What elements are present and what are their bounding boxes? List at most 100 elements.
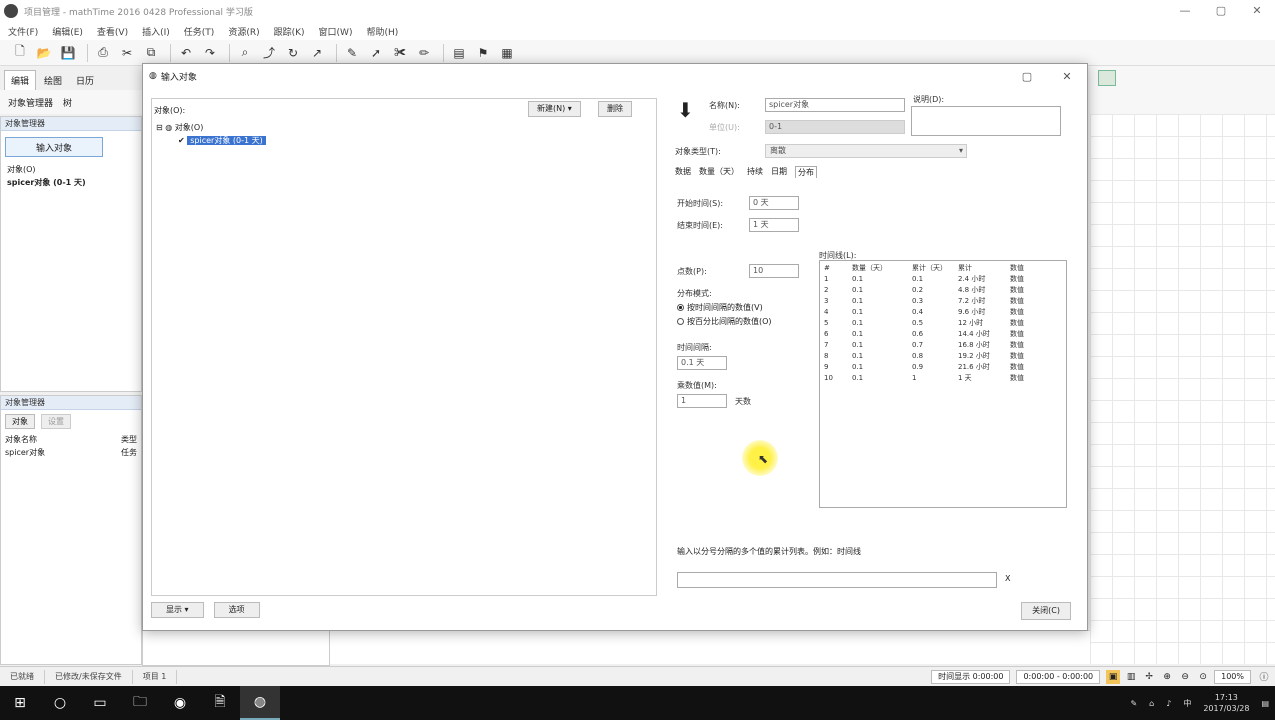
- open-folder-icon[interactable]: 📂: [34, 44, 54, 62]
- new-dropdown-button[interactable]: 新建(N) ▾: [528, 101, 581, 117]
- pencil-icon[interactable]: ✏: [414, 44, 434, 62]
- object-dropdown[interactable]: 对象: [5, 414, 35, 429]
- network-icon[interactable]: ⌂: [1149, 699, 1154, 708]
- menu-window[interactable]: 窗口(W): [319, 25, 353, 38]
- close-window-button[interactable]: ✕: [1239, 0, 1275, 22]
- scissors-tool-icon[interactable]: ✀: [390, 44, 410, 62]
- clear-input-button[interactable]: X: [1005, 574, 1010, 583]
- interval-input[interactable]: 0.1 天: [677, 356, 727, 370]
- tree-root[interactable]: 对象(O): [1, 163, 141, 176]
- link-icon[interactable]: ⤴: [259, 44, 279, 62]
- tree-item[interactable]: spicer对象 (0-1 天): [1, 176, 141, 189]
- cut-icon[interactable]: ✂: [117, 44, 137, 62]
- document-icon[interactable]: 🗎: [200, 686, 240, 720]
- new-file-icon[interactable]: 🗋: [10, 44, 30, 62]
- tab-draw[interactable]: 绘图: [38, 71, 68, 90]
- menu-resource[interactable]: 资源(R): [228, 25, 259, 38]
- subtab-distribution[interactable]: 分布: [795, 166, 817, 178]
- dialog-close-button[interactable]: ✕: [1047, 70, 1087, 83]
- delete-button[interactable]: 删除: [598, 101, 632, 117]
- zoom-out-icon[interactable]: ⊖: [1178, 670, 1192, 684]
- radio-by-time-interval[interactable]: 按时间间隔的数值(V): [677, 302, 763, 313]
- print-icon[interactable]: ⎙: [93, 44, 113, 62]
- close-dialog-button[interactable]: 关闭(C): [1021, 602, 1071, 620]
- file-explorer-icon[interactable]: 🗀: [120, 686, 160, 720]
- pin-icon[interactable]: ✢: [1142, 670, 1156, 684]
- pointer-icon[interactable]: ➚: [366, 44, 386, 62]
- grid-view-icon[interactable]: [1098, 70, 1116, 86]
- redo-icon[interactable]: ↷: [200, 44, 220, 62]
- refresh-icon[interactable]: ↻: [283, 44, 303, 62]
- table-row[interactable]: 5 0.1 0.5 12 小时 数值: [824, 318, 1030, 329]
- task-view-icon[interactable]: ▭: [80, 686, 120, 720]
- layout-icon[interactable]: ▥: [1124, 670, 1138, 684]
- table-row[interactable]: 9 0.1 0.9 21.6 小时 数值: [824, 362, 1030, 373]
- menu-track[interactable]: 跟踪(K): [274, 25, 305, 38]
- table-row[interactable]: 10 0.1 1 1 天 数值: [824, 373, 1030, 384]
- language-icon[interactable]: 中: [1183, 698, 1191, 709]
- gantt-workspace[interactable]: [1090, 114, 1275, 664]
- start-time-input[interactable]: 0 天: [749, 196, 799, 210]
- maximize-button[interactable]: ▢: [1203, 0, 1239, 22]
- chrome-icon[interactable]: ◉: [160, 686, 200, 720]
- object-manager-tab[interactable]: 对象管理器: [8, 96, 53, 109]
- minimize-button[interactable]: —: [1167, 0, 1203, 22]
- tree-root-node[interactable]: ⊟ ◍ 对象(O): [156, 121, 652, 134]
- table-row[interactable]: spicer对象 任务: [1, 446, 141, 459]
- notification-icon[interactable]: ▤: [1261, 699, 1269, 708]
- count-input[interactable]: 10: [749, 264, 799, 278]
- save-icon[interactable]: 💾: [58, 44, 78, 62]
- menu-help[interactable]: 帮助(H): [366, 25, 398, 38]
- options-button[interactable]: 选项: [213, 602, 260, 618]
- table-row[interactable]: 7 0.1 0.7 16.8 小时 数值: [824, 340, 1030, 351]
- table-row[interactable]: 1 0.1 0.1 2.4 小时 数值: [824, 274, 1030, 285]
- zoom-fit-icon[interactable]: ⊙: [1196, 670, 1210, 684]
- type-dropdown[interactable]: 离散: [765, 144, 967, 158]
- menu-file[interactable]: 文件(F): [8, 25, 38, 38]
- menu-insert[interactable]: 插入(I): [142, 25, 170, 38]
- highlight-icon[interactable]: ▣: [1106, 669, 1121, 684]
- arrow-tool-icon[interactable]: ↗: [307, 44, 327, 62]
- chart-icon[interactable]: ▤: [449, 44, 469, 62]
- subtab-quantity[interactable]: 数量（天）: [699, 166, 739, 178]
- input-object-button[interactable]: 输入对象: [5, 137, 103, 157]
- table-row[interactable]: 6 0.1 0.6 14.4 小时 数值: [824, 329, 1030, 340]
- undo-icon[interactable]: ↶: [176, 44, 196, 62]
- multiplier-input[interactable]: 1: [677, 394, 727, 408]
- menu-task[interactable]: 任务(T): [184, 25, 215, 38]
- menu-edit[interactable]: 编辑(E): [52, 25, 83, 38]
- grid-icon[interactable]: ▦: [497, 44, 517, 62]
- settings-button[interactable]: 设置: [41, 414, 71, 429]
- find-icon[interactable]: ⌕: [235, 44, 255, 62]
- tab-edit[interactable]: 编辑: [4, 70, 37, 90]
- time-range-field[interactable]: 0:00:00 - 0:00:00: [1016, 669, 1101, 684]
- table-row[interactable]: 4 0.1 0.4 9.6 小时 数值: [824, 307, 1030, 318]
- start-icon[interactable]: ⊞: [0, 686, 40, 720]
- subtab-duration[interactable]: 持续: [747, 166, 763, 178]
- menu-view[interactable]: 查看(V): [97, 25, 128, 38]
- name-input[interactable]: spicer对象: [765, 98, 905, 112]
- unit-input[interactable]: 0-1: [765, 120, 905, 134]
- clock[interactable]: 17:13 2017/03/28: [1203, 692, 1249, 714]
- pen-icon[interactable]: ✎: [342, 44, 362, 62]
- subtab-data[interactable]: 数据: [675, 166, 691, 178]
- show-dropdown-button[interactable]: 显示 ▾: [151, 602, 204, 618]
- subtab-date[interactable]: 日期: [771, 166, 787, 178]
- notes-textarea[interactable]: [911, 106, 1061, 136]
- copy-icon[interactable]: ⧉: [141, 44, 161, 62]
- app-taskbar-icon[interactable]: ◍: [240, 686, 280, 720]
- search-icon[interactable]: ○: [40, 686, 80, 720]
- table-row[interactable]: 3 0.1 0.3 7.2 小时 数值: [824, 296, 1030, 307]
- volume-icon[interactable]: ♪: [1166, 699, 1171, 708]
- zoom-level[interactable]: 100%: [1214, 669, 1251, 684]
- pen-tray-icon[interactable]: ✎: [1130, 699, 1137, 708]
- table-row[interactable]: 2 0.1 0.2 4.8 小时 数值: [824, 285, 1030, 296]
- time-display-field[interactable]: 时间显示 0:00:00: [931, 669, 1011, 684]
- end-time-input[interactable]: 1 天: [749, 218, 799, 232]
- dialog-maximize-button[interactable]: ▢: [1007, 70, 1047, 83]
- runner-icon[interactable]: ⚑: [473, 44, 493, 62]
- cumulative-list-input[interactable]: [677, 572, 997, 588]
- table-row[interactable]: 8 0.1 0.8 19.2 小时 数值: [824, 351, 1030, 362]
- tree-tab[interactable]: 树: [63, 96, 72, 109]
- tab-calendar[interactable]: 日历: [70, 71, 100, 90]
